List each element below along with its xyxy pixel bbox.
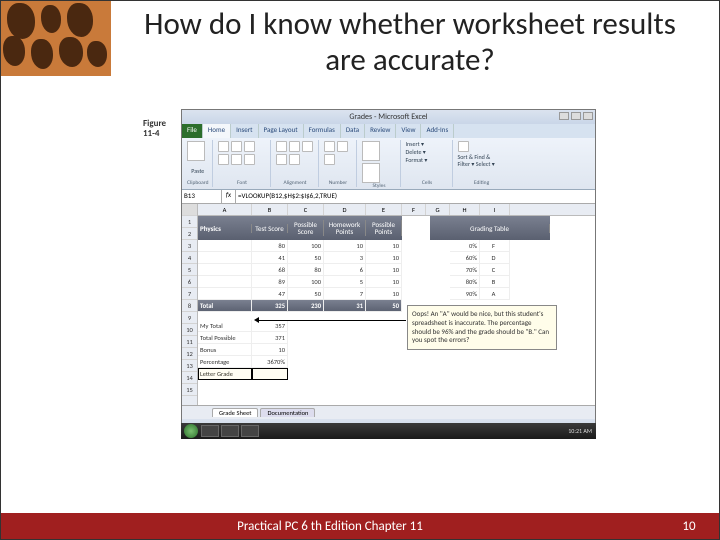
callout-box: Oops! An "A" would be nice, but this stu… [407,305,557,350]
underline-icon[interactable] [218,154,229,165]
close-icon[interactable] [583,112,593,120]
formula-input[interactable]: =VLOOKUP(B12,$H$2:$I$6,2,TRUE) [236,190,595,203]
condfmt-icon[interactable] [362,141,380,161]
tab-insert[interactable]: Insert [231,124,258,138]
ribbon-group-editing: Sort & Find & Filter ▾ Select ▾ Editing [455,140,509,187]
ribbon-group-clipboard: Paste Clipboard [184,140,213,187]
tab-review[interactable]: Review [365,124,396,138]
fill-icon[interactable] [244,154,255,165]
callout-arrow [256,320,406,321]
bold-icon[interactable] [231,141,242,152]
autosum-icon[interactable] [458,141,469,152]
taskbar-item[interactable] [201,425,219,437]
ribbon-group-styles: Styles [359,140,401,187]
tab-view[interactable]: View [396,124,421,138]
ribbon-group-font: Font [215,140,271,187]
ribbon-group-number: Number [321,140,357,187]
tab-file[interactable]: File [182,124,203,138]
maximize-icon[interactable] [571,112,581,120]
windows-taskbar: 10:21 AM [181,423,596,439]
excel-figure: Grades - Microsoft Excel File Home Inser… [136,109,596,439]
taskbar-item[interactable] [221,425,239,437]
wrap-icon[interactable] [276,154,287,165]
tab-pagelayout[interactable]: Page Layout [259,124,304,138]
sheet-tab[interactable]: Documentation [260,408,315,417]
merge-icon[interactable] [289,154,300,165]
ribbon-tabs: File Home Insert Page Layout Formulas Da… [182,124,595,138]
ribbon-group-cells: Insert ▾ Delete ▾ Format ▾ Cells [403,140,453,187]
slide-title: How do I know whether worksheet results … [121,7,699,78]
tab-home[interactable]: Home [203,124,231,138]
border-icon[interactable] [231,154,242,165]
minimize-icon[interactable] [559,112,569,120]
corner-decoration [1,1,111,76]
page-number: 10 [659,519,719,534]
slide-footer: Practical PC 6 th Edition Chapter 11 10 [1,513,719,539]
comma-icon[interactable] [324,154,335,165]
paste-icon[interactable] [187,141,205,161]
tab-data[interactable]: Data [341,124,365,138]
formula-bar: B13 fx =VLOOKUP(B12,$H$2:$I$6,2,TRUE) [182,190,595,204]
cell-highlight [198,368,252,380]
tab-addins[interactable]: Add-Ins [421,124,454,138]
row-headers: 12 34 56 78 910 1112 1314 15 [182,204,198,405]
align-icon[interactable] [276,141,287,152]
percent-icon[interactable] [337,141,348,152]
active-cell [252,368,288,380]
ribbon: Paste Clipboard Font [182,138,595,190]
align-icon[interactable] [302,141,313,152]
tab-formulas[interactable]: Formulas [304,124,341,138]
align-icon[interactable] [289,141,300,152]
excel-window: Grades - Microsoft Excel File Home Inser… [181,109,596,434]
excel-titlebar: Grades - Microsoft Excel [182,110,595,124]
ribbon-group-alignment: Alignment [273,140,319,187]
name-box[interactable]: B13 [182,190,222,203]
sheet-tab-active[interactable]: Grade Sheet [212,408,258,417]
fx-icon[interactable]: fx [222,190,236,203]
italic-icon[interactable] [244,141,255,152]
footer-text: Practical PC 6 th Edition Chapter 11 [1,519,659,534]
column-headers: A B C D E F G H I [198,204,595,216]
sheet-tabs: Grade Sheet Documentation [182,405,595,419]
table-header: Physics Test Score Possible Score Homewo… [198,216,402,240]
slide: How do I know whether worksheet results … [0,0,720,540]
start-orb-icon[interactable] [184,424,198,438]
taskbar-clock: 10:21 AM [568,427,596,435]
currency-icon[interactable] [324,141,335,152]
grading-table-header: Grading Table [430,216,550,240]
taskbar-item[interactable] [241,425,259,437]
font-icon[interactable] [218,141,229,152]
cellstyles-icon[interactable] [362,163,380,183]
format-button[interactable]: Format ▾ [406,157,449,165]
